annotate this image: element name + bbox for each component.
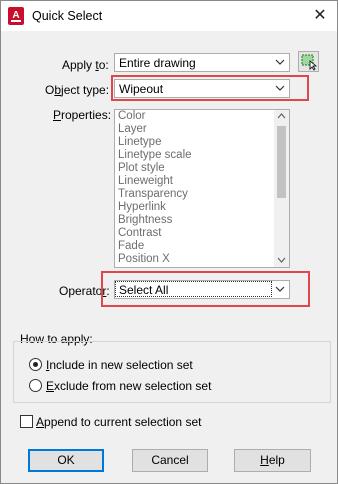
exclude-radio[interactable]: [29, 379, 42, 392]
list-item[interactable]: Brightness: [118, 214, 192, 227]
include-label[interactable]: Include in new selection set: [46, 358, 193, 372]
include-radio[interactable]: [29, 358, 42, 371]
properties-scrollbar[interactable]: [274, 110, 289, 267]
properties-items: Color Layer Linetype Linetype scale Plot…: [118, 110, 192, 266]
chevron-down-icon: [275, 59, 285, 65]
help-button[interactable]: Help: [234, 449, 311, 472]
operator-highlight: [101, 271, 310, 307]
list-item[interactable]: Fade: [118, 240, 192, 253]
list-item[interactable]: Plot style: [118, 162, 192, 175]
apply-to-value: Entire drawing: [119, 56, 196, 70]
apply-to-dropdown[interactable]: Entire drawing: [114, 53, 290, 72]
scroll-down-icon[interactable]: [277, 256, 286, 264]
how-to-apply-group: [13, 341, 331, 403]
append-checkbox[interactable]: [20, 415, 33, 428]
object-type-label: Object type:: [45, 83, 110, 97]
ok-button[interactable]: OK: [28, 449, 104, 472]
list-item[interactable]: Linetype scale: [118, 149, 192, 162]
quick-select-dialog: A Quick Select ✕ Apply to: Entire drawin…: [0, 0, 338, 484]
svg-text:A: A: [12, 10, 19, 21]
title-bar[interactable]: A Quick Select ✕: [1, 1, 337, 31]
exclude-label[interactable]: Exclude from new selection set: [46, 379, 211, 393]
append-label[interactable]: Append to current selection set: [36, 415, 201, 429]
select-objects-icon: [301, 54, 318, 71]
autocad-app-icon: A: [8, 7, 24, 25]
list-item[interactable]: Lineweight: [118, 175, 192, 188]
scroll-up-icon[interactable]: [277, 112, 286, 120]
list-item[interactable]: Layer: [118, 123, 192, 136]
cancel-button[interactable]: Cancel: [132, 449, 208, 472]
list-item[interactable]: Hyperlink: [118, 201, 192, 214]
object-type-highlight: [111, 75, 309, 101]
dialog-title: Quick Select: [32, 9, 103, 23]
properties-label: Properties:: [53, 108, 112, 122]
scrollbar-thumb[interactable]: [277, 126, 286, 198]
list-item[interactable]: Color: [118, 110, 192, 123]
close-button[interactable]: ✕: [310, 6, 330, 26]
list-item[interactable]: Contrast: [118, 227, 192, 240]
radio-selected-dot: [33, 362, 38, 367]
close-icon: ✕: [313, 7, 327, 24]
list-item[interactable]: Transparency: [118, 188, 192, 201]
list-item[interactable]: Position X: [118, 253, 192, 266]
select-objects-button[interactable]: [298, 51, 319, 72]
properties-list[interactable]: Color Layer Linetype Linetype scale Plot…: [114, 109, 290, 268]
apply-to-label: Apply to:: [62, 58, 109, 72]
list-item[interactable]: Linetype: [118, 136, 192, 149]
